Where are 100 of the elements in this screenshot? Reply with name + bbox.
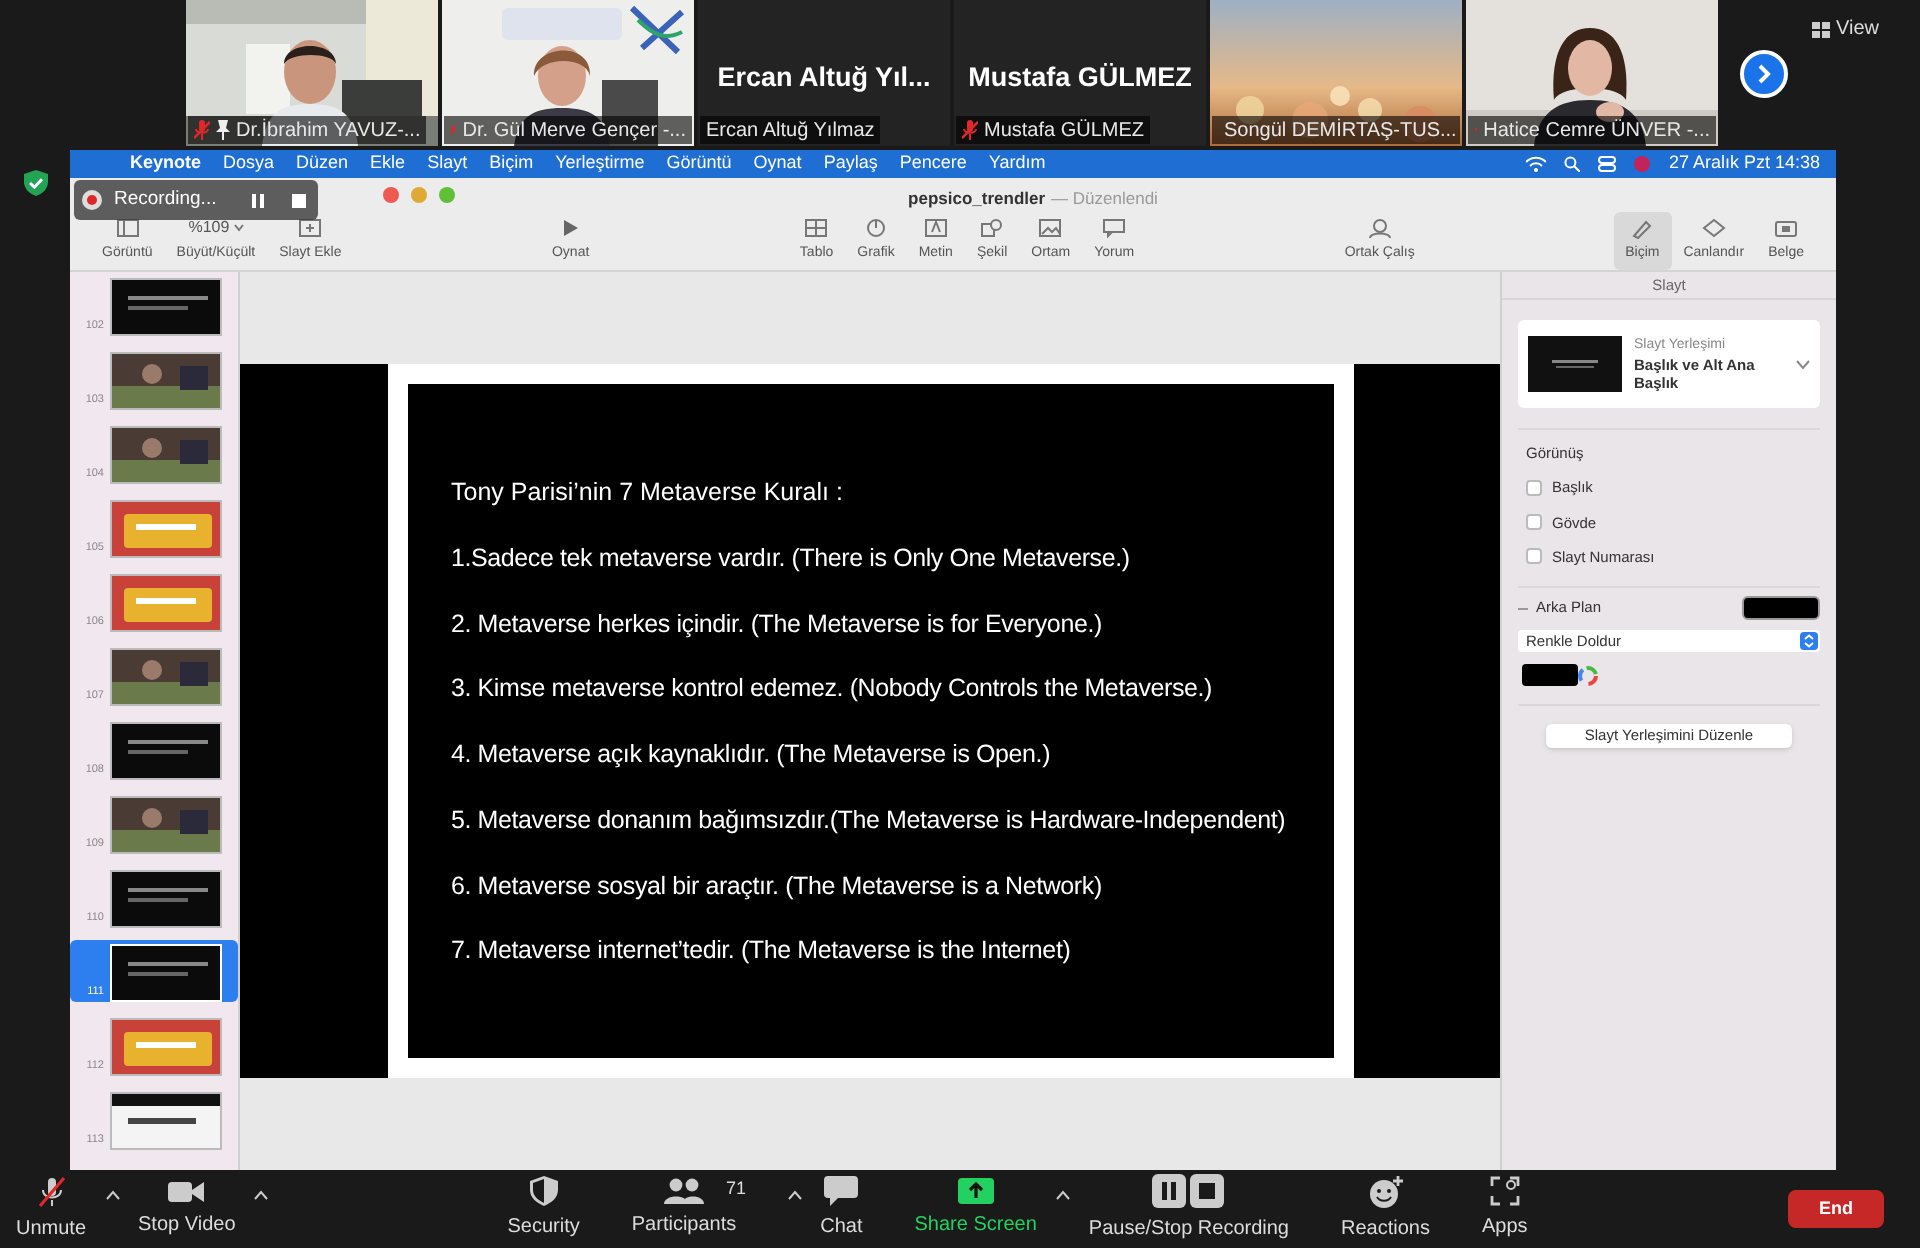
toolbar-button[interactable]: Share Screen: [898, 1170, 1053, 1248]
diamond-icon: [1701, 217, 1726, 240]
grid-icon: [1812, 21, 1830, 37]
menu-item[interactable]: Keynote: [130, 150, 202, 178]
toolbar-button[interactable]: Stop Video: [122, 1170, 252, 1248]
play-icon: [558, 217, 583, 240]
participant-count: 71: [726, 1176, 747, 1202]
participant-display-name: Ercan Altuğ Yıl...: [715, 60, 933, 96]
slide-thumbnail[interactable]: [110, 796, 222, 854]
document-status: — Düzenlendi: [1051, 186, 1158, 212]
comment-icon: [1102, 217, 1127, 240]
color-well[interactable]: [1522, 664, 1578, 686]
slide-thumbnail[interactable]: [110, 500, 222, 558]
menu-item[interactable]: Pencere: [899, 150, 967, 178]
shapes-icon: [980, 217, 1005, 240]
checkbox[interactable]: [1526, 548, 1542, 565]
slide-thumbnail[interactable]: [110, 1018, 222, 1076]
toggle-icon: [1598, 156, 1617, 172]
caret-icon: [105, 1189, 120, 1199]
color-wheel-icon[interactable]: [1578, 665, 1598, 685]
slide-text: 2. Metaverse herkes içindir. (The Metaverse is for Everyone.): [451, 607, 1104, 642]
menu-item[interactable]: Dosya: [223, 150, 275, 178]
text-box-icon: [923, 217, 948, 240]
shield-icon: [529, 1176, 558, 1206]
slide-thumbnail[interactable]: [110, 574, 222, 632]
wifi-icon: [1526, 156, 1547, 172]
toolbar-button[interactable]: Chat: [804, 1170, 879, 1248]
toolbar-button[interactable]: Apps: [1465, 1170, 1544, 1248]
search-icon: [1564, 156, 1581, 172]
plus-icon: [298, 217, 323, 240]
slide-text: 5. Metaverse donanım bağımsızdır.(The Metaverse is Hardware-Independent): [451, 803, 1288, 838]
caret-button[interactable]: [784, 1186, 805, 1202]
chevron-down-icon: [1796, 359, 1810, 369]
toolbar-button[interactable]: Security: [491, 1170, 596, 1248]
caret-icon: [254, 1189, 269, 1199]
menu-item[interactable]: Oynat: [753, 150, 802, 178]
shield-icon: [23, 170, 47, 196]
menu-item[interactable]: Ekle: [370, 150, 406, 178]
participant-display-name: Mustafa GÜLMEZ: [966, 60, 1194, 96]
menu-item[interactable]: Görüntü: [666, 150, 732, 178]
participant-name: Dr.İbrahim YAVUZ-...: [236, 116, 421, 145]
menu-item[interactable]: Düzen: [296, 150, 349, 178]
muted-mic-icon: [194, 120, 210, 140]
slide-thumbnail[interactable]: [110, 426, 222, 484]
caret-icon: [787, 1189, 802, 1199]
toolbar-button[interactable]: 71 Participants: [615, 1170, 785, 1248]
checkbox[interactable]: [1526, 514, 1542, 531]
participant-name: Songül DEMİRTAŞ-TUS...: [1224, 116, 1457, 145]
slide-thumbnail[interactable]: [110, 278, 222, 336]
color-swatch[interactable]: [1742, 596, 1820, 620]
toolbar-button[interactable]: Reactions: [1325, 1170, 1446, 1248]
caret-icon: [233, 224, 244, 233]
menu-item[interactable]: Biçim: [489, 150, 534, 178]
video-camera-icon: [168, 1179, 205, 1203]
slide-thumbnail[interactable]: [110, 722, 222, 780]
caret-button[interactable]: [251, 1186, 272, 1202]
chevron-right-icon: [1756, 64, 1772, 84]
image-icon: [1038, 217, 1063, 240]
end-button[interactable]: End: [1788, 1190, 1884, 1228]
participant-name: Mustafa GÜLMEZ: [984, 117, 1145, 145]
participant-name: Dr. Gül Merve Gençer -...: [462, 117, 686, 145]
people-icon: [664, 1178, 705, 1204]
slide-text: 6. Metaverse sosyal bir araçtır. (The Metaverse is a Network): [451, 869, 1104, 904]
muted-mic-icon: [450, 120, 457, 140]
menu-item[interactable]: Slayt: [427, 150, 468, 178]
slide-text: 4. Metaverse açık kaynaklıdır. (The Metaverse is Open.): [451, 738, 1053, 772]
share-screen-icon: [957, 1178, 994, 1204]
zoom-value: %109: [188, 216, 230, 241]
menu-item[interactable]: Yardım: [988, 150, 1046, 178]
caret-button[interactable]: [102, 1186, 123, 1202]
document-title: pepsico_trendler: [908, 186, 1046, 212]
layout-preview-icon: [1528, 336, 1622, 392]
caret-icon: [1055, 1189, 1070, 1199]
menu-bar-clock: 27 Aralık Pzt 14:38: [1668, 150, 1820, 177]
pause-icon[interactable]: [252, 193, 265, 207]
recording-label: Recording...: [114, 185, 217, 214]
menu-item[interactable]: Paylaş: [823, 150, 878, 178]
sidebar-icon: [115, 217, 140, 240]
menu-item[interactable]: Yerleştirme: [555, 150, 645, 178]
participant-name: Hatice Cemre ÜNVER -...: [1483, 117, 1710, 145]
toolbar-button[interactable]: Pause/Stop Recording: [1072, 1170, 1305, 1248]
stepper-icon: [1800, 632, 1818, 650]
record-icon: [82, 190, 102, 210]
participant-name: Ercan Altuğ Yılmaz: [706, 117, 875, 145]
stop-icon[interactable]: [292, 193, 307, 207]
person-icon: [1367, 217, 1392, 240]
pin-icon: [216, 120, 230, 140]
slide-thumbnail[interactable]: [110, 1092, 222, 1150]
next-page-button[interactable]: [1740, 50, 1788, 98]
muted-mic-icon: [962, 120, 978, 140]
slide-text: 7. Metaverse internet’tedir. (The Metaverse is the Internet): [451, 934, 1073, 969]
smiley-plus-icon: [1367, 1175, 1404, 1207]
slide-text: 3. Kimse metaverse kontrol edemez. (Nobody Controls the Metaverse.): [451, 672, 1215, 707]
slide-thumbnail[interactable]: [110, 870, 222, 928]
checkbox[interactable]: [1526, 479, 1542, 496]
slide-thumbnail[interactable]: [110, 352, 222, 410]
toolbar-button[interactable]: Unmute: [0, 1170, 103, 1248]
view-button[interactable]: View: [1812, 14, 1879, 44]
slide-thumbnail[interactable]: [110, 648, 222, 706]
caret-button[interactable]: [1052, 1186, 1073, 1202]
